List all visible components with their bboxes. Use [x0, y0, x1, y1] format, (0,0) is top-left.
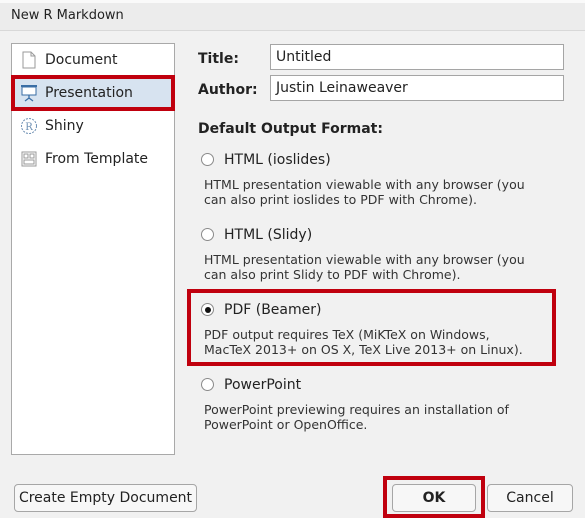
format-option-description: can also print ioslides to PDF with Chro… — [204, 192, 477, 207]
sidebar-item-document[interactable]: Document — [12, 45, 174, 75]
window-title: New R Markdown — [11, 8, 124, 23]
ok-highlight — [383, 476, 485, 518]
author-label: Author: — [198, 82, 258, 98]
slidy-radio[interactable] — [201, 228, 214, 241]
title-strip — [0, 0, 585, 3]
format-option-description: HTML presentation viewable with any brow… — [204, 252, 525, 267]
sidebar-item-label: From Template — [45, 151, 149, 167]
presentation-highlight — [11, 75, 175, 111]
document-icon — [20, 51, 38, 69]
beamer-highlight — [187, 289, 556, 366]
author-input[interactable]: Justin Leinaweaver — [270, 75, 564, 101]
template-icon — [20, 150, 38, 168]
format-option-description: PowerPoint or OpenOffice. — [204, 417, 368, 432]
ioslides-radio[interactable] — [201, 153, 214, 166]
sidebar-item-shiny[interactable]: R Shiny — [12, 111, 174, 141]
cancel-button[interactable]: Cancel — [487, 484, 573, 512]
title-label: Title: — [198, 51, 239, 67]
format-option-description: PowerPoint previewing requires an instal… — [204, 402, 509, 417]
shiny-r-icon: R — [20, 117, 38, 135]
powerpoint-radio[interactable] — [201, 378, 214, 391]
sidebar-item-from-template[interactable]: From Template — [12, 144, 174, 174]
format-option-label: PowerPoint — [224, 377, 302, 393]
sidebar-item-label: Shiny — [45, 118, 84, 134]
create-empty-document-button[interactable]: Create Empty Document — [14, 484, 197, 512]
title-bar: New R Markdown — [0, 0, 585, 31]
output-format-heading: Default Output Format: — [198, 121, 383, 137]
format-option-label: HTML (Slidy) — [224, 227, 313, 243]
svg-text:R: R — [25, 122, 33, 133]
format-option-description: can also print Slidy to PDF with Chrome)… — [204, 267, 461, 282]
format-option-description: HTML presentation viewable with any brow… — [204, 177, 525, 192]
title-input[interactable]: Untitled — [270, 44, 564, 70]
format-option-label: HTML (ioslides) — [224, 152, 331, 168]
sidebar-item-label: Document — [45, 52, 118, 68]
